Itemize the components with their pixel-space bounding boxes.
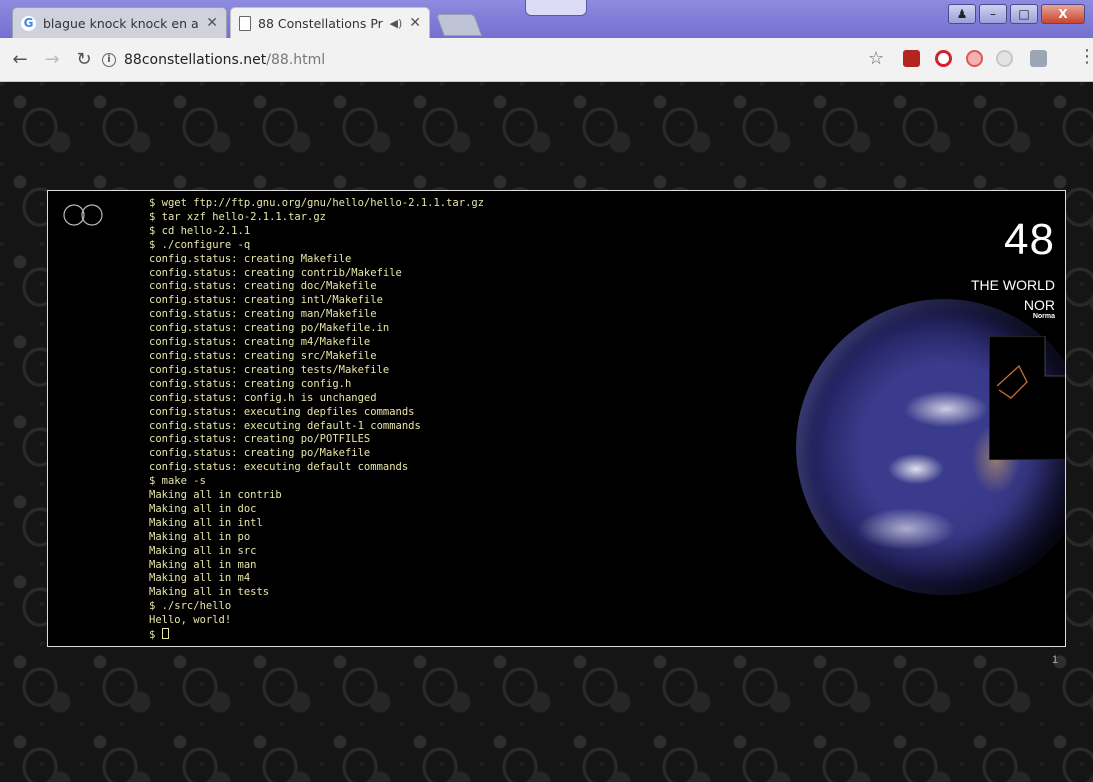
terminal-line: $ ./configure -q <box>149 238 251 251</box>
terminal-line: config.status: creating po/Makefile <box>149 447 371 460</box>
tab-88-constellations[interactable]: 88 Constellations Prev ◀) ✕ <box>230 7 430 38</box>
tab-blague[interactable]: G blague knock knock en a ✕ <box>12 7 227 38</box>
info-icon[interactable]: i <box>102 53 116 67</box>
bookmark-star-icon[interactable]: ☆ <box>868 48 884 69</box>
terminal-line: config.status: creating m4/Makefile <box>149 336 371 349</box>
terminal-line: Making all in contrib <box>149 489 282 502</box>
address-bar[interactable]: i 88constellations.net/88.html <box>102 46 892 74</box>
url-path: /88.html <box>266 52 326 68</box>
tab-title: 88 Constellations Prev <box>258 15 383 31</box>
terminal-line: config.status: creating intl/Makefile <box>149 294 383 307</box>
constellation-title: THE WORLD NOR <box>971 275 1055 315</box>
constellation-number: 48 <box>1004 215 1055 264</box>
terminal-line: Making all in po <box>149 530 251 543</box>
terminal-line: config.status: creating doc/Makefile <box>149 280 377 293</box>
page-icon <box>239 15 251 31</box>
terminal-line: $ ./src/hello <box>149 600 232 613</box>
url-text: 88constellations.net/88.html <box>124 52 325 68</box>
infinity-logo-icon <box>63 204 103 226</box>
profile-user-icon[interactable]: ♟ <box>948 4 976 24</box>
terminal-line: config.status: creating src/Makefile <box>149 349 377 362</box>
terminal-line: config.status: creating po/Makefile.in <box>149 322 390 335</box>
constellation-map-icon <box>989 336 1065 460</box>
terminal-line: $ make -s <box>149 475 206 488</box>
url-host: 88constellations.net <box>124 52 267 68</box>
terminal-line: Making all in doc <box>149 502 257 515</box>
terminal-line: config.status: config.h is unchanged <box>149 391 377 404</box>
presentation-stage: $ wget ftp://ftp.gnu.org/gnu/hello/hello… <box>47 190 1066 647</box>
terminal-line: Making all in src <box>149 544 257 557</box>
terminal-prompt-line: $ <box>149 628 669 643</box>
terminal-line: Hello, world! <box>149 614 232 627</box>
terminal-line: config.status: executing default command… <box>149 461 409 474</box>
browser-titlebar: G blague knock knock en a ✕ 88 Constella… <box>0 0 1093 38</box>
acrobat-extension-icon[interactable] <box>903 50 920 67</box>
terminal-line: config.status: creating config.h <box>149 377 352 390</box>
slide-counter: 1 <box>1052 654 1059 666</box>
terminal-line: Making all in intl <box>149 516 263 529</box>
terminal-line: config.status: creating po/POTFILES <box>149 433 371 446</box>
terminal-line: config.status: executing default-1 comma… <box>149 419 421 432</box>
page-background: $ wget ftp://ftp.gnu.org/gnu/hello/hello… <box>0 82 1093 782</box>
title-line-2: NOR <box>1023 297 1055 313</box>
reload-icon[interactable]: ↻ <box>72 49 96 70</box>
profile-button[interactable] <box>525 0 587 16</box>
terminal-line: $ wget ftp://ftp.gnu.org/gnu/hello/hello… <box>149 197 485 209</box>
terminal-line: Making all in m4 <box>149 572 251 585</box>
terminal-line: config.status: creating man/Makefile <box>149 308 377 321</box>
minimize-button[interactable]: – <box>979 4 1007 24</box>
terminal-line: config.status: creating Makefile <box>149 252 352 265</box>
maximize-button[interactable]: □ <box>1010 4 1038 24</box>
back-arrow-icon[interactable]: ← <box>8 49 32 70</box>
new-tab-button[interactable] <box>435 14 483 36</box>
screenshot-extension-icon[interactable] <box>1030 50 1047 67</box>
close-window-button[interactable]: X <box>1041 4 1085 24</box>
constellation-subtitle: Norma <box>1032 313 1055 320</box>
terminal-line: $ tar xzf hello-2.1.1.tar.gz <box>149 210 327 223</box>
tab-title: blague knock knock en a <box>43 15 199 31</box>
terminal-line: $ cd hello-2.1.1 <box>149 224 251 237</box>
google-icon: G <box>21 15 36 31</box>
browser-toolbar: ← → ↻ i 88constellations.net/88.html ☆ ⋮ <box>0 38 1093 82</box>
blocker-extension-icon[interactable] <box>966 50 983 67</box>
terminal-output: $ wget ftp://ftp.gnu.org/gnu/hello/hello… <box>149 197 669 643</box>
disabled-extension-icon[interactable] <box>996 50 1013 67</box>
terminal-line: Making all in tests <box>149 586 270 599</box>
terminal-line: Making all in man <box>149 558 257 571</box>
title-line-1: THE WORLD <box>971 277 1055 293</box>
terminal-prompt: $ <box>149 629 162 642</box>
terminal-line: config.status: executing depfiles comman… <box>149 405 415 418</box>
window-controls: ♟ – □ X <box>948 4 1085 24</box>
tab-close-icon[interactable]: ✕ <box>206 15 218 31</box>
audio-playing-icon[interactable]: ◀) <box>390 17 403 30</box>
opera-extension-icon[interactable] <box>935 50 952 67</box>
terminal-cursor <box>161 628 169 640</box>
browser-menu-icon[interactable]: ⋮ <box>1078 48 1093 66</box>
tab-close-icon[interactable]: ✕ <box>409 15 421 31</box>
terminal-line: config.status: creating contrib/Makefile <box>149 266 402 279</box>
forward-arrow-icon[interactable]: → <box>40 49 64 70</box>
terminal-line: config.status: creating tests/Makefile <box>149 363 390 376</box>
